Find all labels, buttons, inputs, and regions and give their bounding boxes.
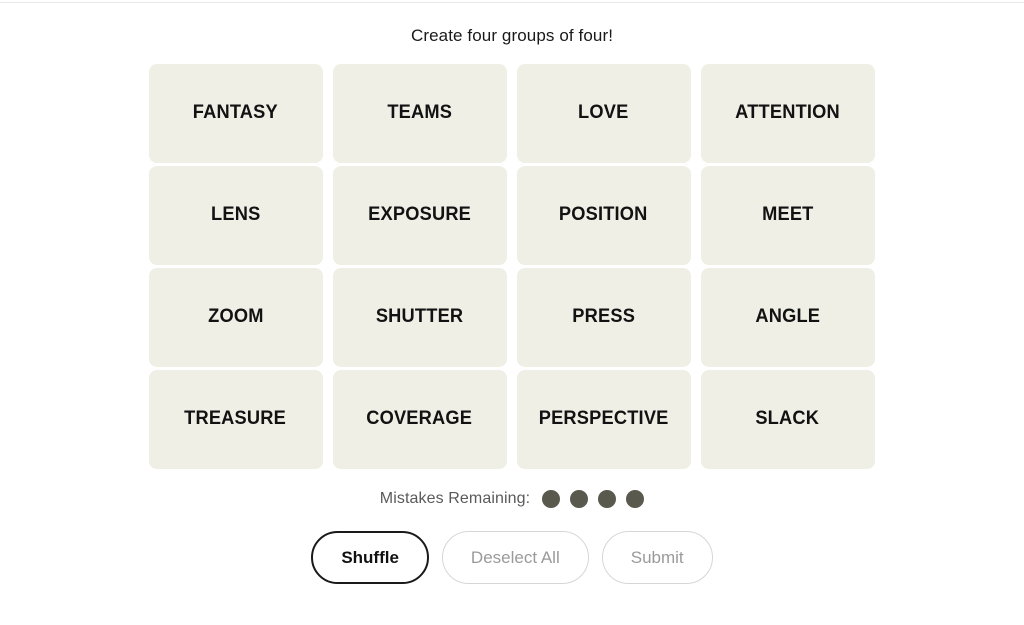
word-tile-label: FANTASY xyxy=(192,102,279,124)
word-tile-label: TREASURE xyxy=(184,408,287,430)
word-tile-teams[interactable]: TEAMS xyxy=(332,64,507,163)
word-tile-exposure[interactable]: EXPOSURE xyxy=(332,166,507,265)
word-tile-label: PERSPECTIVE xyxy=(538,408,669,430)
word-tile-fantasy[interactable]: FANTASY xyxy=(148,64,323,163)
word-tile-label: SLACK xyxy=(755,408,820,430)
word-tile-label: LENS xyxy=(210,204,261,226)
word-tile-label: MEET xyxy=(761,204,814,226)
mistakes-remaining-label: Mistakes Remaining: xyxy=(379,490,531,507)
filled-circle-icon xyxy=(598,490,617,508)
word-tile-zoom[interactable]: ZOOM xyxy=(148,268,323,367)
word-tile-lens[interactable]: LENS xyxy=(148,166,323,265)
word-tile-perspective[interactable]: PERSPECTIVE xyxy=(516,370,691,469)
connections-game: Create four groups of four! FANTASY TEAM… xyxy=(0,0,1024,625)
word-tile-treasure[interactable]: TREASURE xyxy=(148,370,323,469)
filled-circle-icon xyxy=(626,490,645,508)
word-tile-attention[interactable]: ATTENTION xyxy=(700,64,875,163)
word-tile-label: COVERAGE xyxy=(366,408,473,430)
filled-circle-icon xyxy=(570,490,589,508)
word-tile-label: TEAMS xyxy=(387,102,452,124)
top-divider xyxy=(0,2,1024,3)
word-tile-position[interactable]: POSITION xyxy=(516,166,691,265)
word-tile-label: ATTENTION xyxy=(735,102,840,124)
mistakes-remaining: Mistakes Remaining: xyxy=(379,487,645,511)
word-tile-coverage[interactable]: COVERAGE xyxy=(332,370,507,469)
mistakes-dot-group xyxy=(542,490,645,508)
word-tile-label: ANGLE xyxy=(755,306,820,328)
shuffle-button[interactable]: Shuffle xyxy=(311,531,429,584)
action-bar: Shuffle Deselect All Submit xyxy=(311,531,713,584)
word-tile-slack[interactable]: SLACK xyxy=(700,370,875,469)
submit-button[interactable]: Submit xyxy=(601,531,713,584)
word-tile-label: LOVE xyxy=(578,102,629,124)
word-tile-label: EXPOSURE xyxy=(368,204,471,226)
filled-circle-icon xyxy=(542,490,561,508)
word-tile-label: SHUTTER xyxy=(375,306,464,328)
page-title: Create four groups of four! xyxy=(410,26,614,45)
word-tile-label: PRESS xyxy=(572,306,635,328)
word-tile-love[interactable]: LOVE xyxy=(516,64,691,163)
deselect-all-button[interactable]: Deselect All xyxy=(441,531,589,584)
word-tile-press[interactable]: PRESS xyxy=(516,268,691,367)
word-tile-meet[interactable]: MEET xyxy=(700,166,875,265)
word-grid: FANTASY TEAMS LOVE ATTENTION LENS EXPOSU… xyxy=(148,64,876,469)
word-tile-angle[interactable]: ANGLE xyxy=(700,268,875,367)
word-tile-label: POSITION xyxy=(559,204,648,226)
word-tile-shutter[interactable]: SHUTTER xyxy=(332,268,507,367)
word-tile-label: ZOOM xyxy=(207,306,264,328)
